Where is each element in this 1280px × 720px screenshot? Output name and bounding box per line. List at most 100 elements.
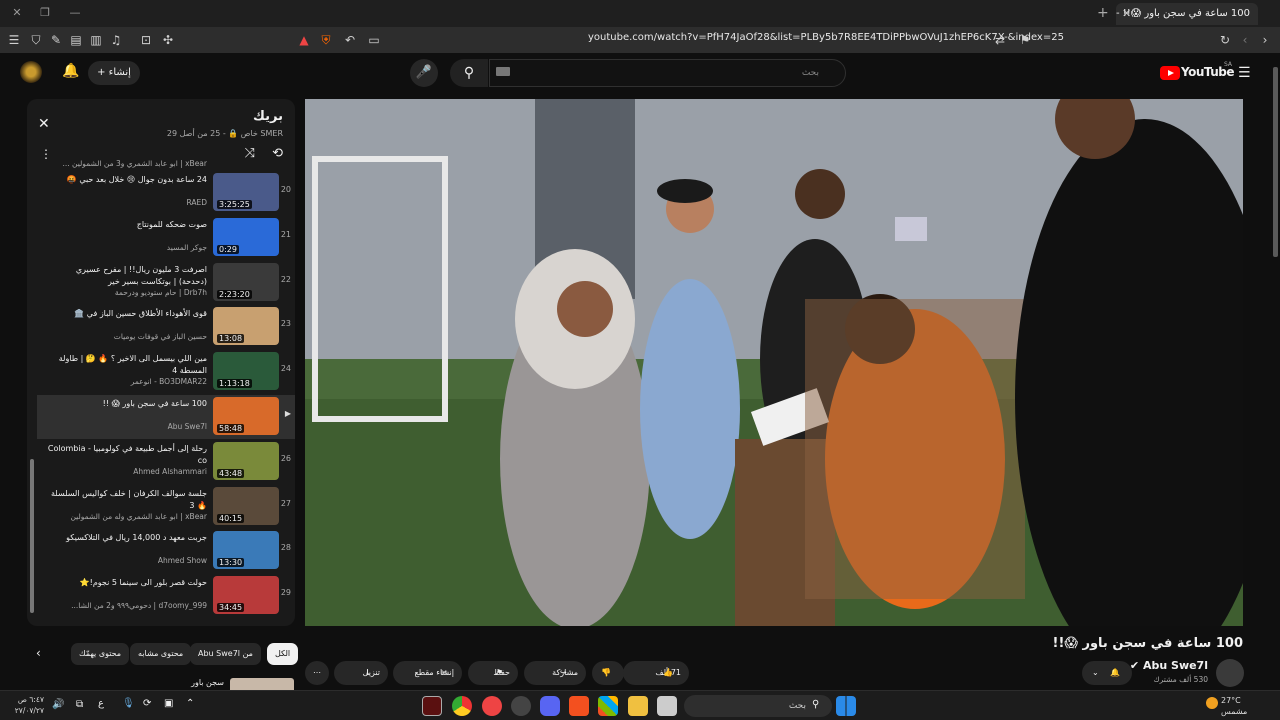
playlist-item[interactable]: 27 40:15 جلسة سوالف الكرفان | خلف كواليس ا… — [37, 485, 295, 529]
chip-all[interactable]: الكل — [267, 643, 299, 665]
taskbar-clock[interactable]: ٦:٤٧ ص ٢٧/٠٧/٢٧ — [8, 694, 44, 716]
close-window-icon[interactable]: ✕ — [10, 6, 24, 20]
menu-icon[interactable]: ☰ — [6, 32, 22, 48]
close-icon[interactable]: ✕ — [38, 116, 50, 132]
maximize-window-icon[interactable]: ❐ — [38, 6, 52, 20]
epic-games-icon[interactable] — [422, 696, 442, 716]
playlist-item[interactable]: 21 0:29 صوت ضحكه للمونتاج جوكر المسيد — [37, 216, 295, 260]
translate-icon[interactable]: ⇄ — [992, 32, 1008, 48]
minimize-window-icon[interactable]: — — [68, 6, 82, 20]
playlist-item[interactable]: 22 2:23:20 اصرفت 3 مليون ريال!! | مفرح عسي… — [37, 261, 295, 305]
browser-tab[interactable]: 100 ساعة في سجن باور 😱!! - ... — [1116, 3, 1258, 25]
sync-icon[interactable]: ⟳ — [143, 698, 151, 709]
reload-icon[interactable]: ↻ — [1217, 32, 1233, 48]
video-thumbnail[interactable]: 43:48 — [213, 441, 279, 480]
file-explorer-icon[interactable] — [628, 696, 648, 716]
video-thumbnail[interactable]: 13:30 — [213, 531, 279, 570]
back-icon[interactable]: › — [1257, 32, 1273, 48]
playlist-item-active[interactable]: ▶ 58:48 100 ساعة في سجن باور 😱 !! Abu Swe7l — [37, 395, 295, 439]
steam-icon[interactable] — [511, 696, 531, 716]
windows-start-icon[interactable] — [836, 696, 856, 716]
playlist-item[interactable]: 26 43:48 رحلة إلى أجمل طبيعة في كولومبيا -… — [37, 440, 295, 484]
create-button[interactable]: + إنشاء — [88, 61, 140, 85]
chevron-left-icon[interactable]: ‹ — [36, 646, 41, 660]
chip-related[interactable]: محتوى مشابه — [130, 643, 192, 665]
weather-widget[interactable]: 27°C مشمس — [1221, 695, 1247, 717]
video-thumbnail[interactable]: 2:23:20 — [213, 262, 279, 301]
playlist-item[interactable]: 24 1:13:18 مين اللي بيسمل الى الاخير ؟ 🔥 🤔… — [37, 350, 295, 394]
wifi-icon[interactable]: ⧉ — [76, 699, 83, 710]
dislike-button[interactable]: 👎 — [592, 661, 624, 685]
extension-icon[interactable]: ✎ — [48, 32, 64, 48]
taskbar-search-input[interactable]: بحث — [684, 695, 832, 717]
reader-icon[interactable]: ▭ — [366, 32, 382, 48]
video-player[interactable] — [305, 99, 1243, 626]
now-playing-icon: ▶ — [284, 409, 291, 418]
search-input[interactable]: بحث — [489, 59, 846, 87]
voice-search-icon[interactable]: 🎤 — [410, 59, 438, 87]
language-indicator[interactable]: ع — [98, 698, 104, 709]
chrome-icon[interactable] — [452, 696, 472, 716]
playlist-item[interactable]: xBear | ابو عابد الشمري و3 من الشمولين .… — [37, 157, 295, 171]
video-thumbnail[interactable]: 40:15 — [213, 486, 279, 525]
notifications-bell-icon[interactable]: 🔔 — [62, 63, 79, 79]
playlist-index: 28 — [280, 543, 291, 553]
tab-close-icon[interactable]: ✕ — [1122, 7, 1131, 20]
app-icon[interactable] — [482, 696, 502, 716]
camera-icon[interactable]: ▣ — [164, 698, 173, 709]
like-button[interactable]: 71 ألف 👍 — [623, 661, 689, 685]
video-thumbnail[interactable]: 0:29 — [213, 217, 279, 256]
video-thumbnail[interactable]: 3:25:25 — [213, 173, 279, 211]
playlist-title[interactable]: بريك — [253, 109, 283, 124]
video-thumbnail[interactable]: 34:45 — [213, 576, 279, 615]
bell-icon: 🔔 — [1110, 668, 1120, 677]
chevron-up-icon[interactable]: ⌃ — [186, 698, 194, 709]
youtube-logo[interactable]: YouTube SA — [1160, 61, 1235, 81]
new-tab-icon[interactable]: + — [1097, 5, 1109, 21]
screenshot-icon[interactable]: ⊡ — [138, 32, 154, 48]
channel-avatar[interactable] — [1216, 659, 1244, 687]
music-icon[interactable]: ♫ — [108, 32, 124, 48]
volume-icon[interactable]: 🔊 — [52, 699, 64, 710]
weather-condition: مشمس — [1221, 707, 1248, 716]
chip-for-you[interactable]: محتوى يهمّك — [71, 643, 130, 665]
share-button[interactable]: ↪ مشاركة — [524, 661, 586, 685]
playlist-item[interactable]: 28 13:30 جربت معهد د 14,000 ريال في التلاك… — [37, 529, 295, 573]
bookmark-icon[interactable]: ⚑ — [1017, 32, 1033, 48]
playlist-scrollbar[interactable] — [30, 167, 34, 623]
keyboard-icon[interactable] — [496, 67, 510, 76]
playlist-item[interactable]: 29 34:45 حولت قصر بلور الى سينما 5 نجوم!⭐ d… — [37, 574, 295, 618]
chip-from-channel[interactable]: من Abu Swe7l — [190, 643, 261, 665]
search-icon[interactable]: ⚲ — [450, 59, 488, 87]
shield-icon[interactable]: ⛉ — [28, 32, 44, 48]
forward-icon[interactable]: ‹ — [1237, 32, 1253, 48]
store-icon[interactable] — [598, 696, 618, 716]
next-video-preview[interactable]: سجن باور — [182, 676, 294, 690]
playlist-item-title: جربت معهد د 14,000 ريال في التلاكسيكو — [66, 533, 207, 543]
video-duration: 13:08 — [217, 334, 245, 344]
page-scrollbar[interactable] — [1270, 53, 1280, 691]
hamburger-menu-icon[interactable]: ☰ — [1238, 65, 1251, 81]
mic-icon[interactable]: 🎙 — [122, 698, 135, 709]
task-view-icon[interactable] — [657, 696, 677, 716]
video-thumbnail[interactable]: 13:08 — [213, 307, 279, 346]
discord-icon[interactable] — [540, 696, 560, 716]
more-actions-icon[interactable]: ⋯ — [305, 661, 329, 685]
warning-icon[interactable]: ▲ — [296, 32, 312, 48]
rewind-icon[interactable]: ↶ — [342, 32, 358, 48]
brave-icon[interactable] — [569, 696, 589, 716]
channel-name[interactable]: ✔ Abu Swe7l — [1130, 659, 1208, 672]
download-button[interactable]: ⤓ تنزيل — [334, 661, 388, 685]
subscribe-bell-button[interactable]: ⌄ 🔔 — [1082, 661, 1132, 685]
tabs-icon[interactable]: ▤ — [68, 32, 84, 48]
playlist-item[interactable]: 23 13:08 قوى الأهوداء الأطلاق حسين الباز ف… — [37, 305, 295, 349]
clip-button[interactable]: ✂ إنشاء مقطع — [393, 661, 462, 685]
video-thumbnail[interactable]: 58:48 — [213, 397, 279, 435]
sidebar-icon[interactable]: ▥ — [88, 32, 104, 48]
save-button[interactable]: ⚑ حفظ — [468, 661, 518, 685]
playlist-item[interactable]: 20 3:25:25 24 ساعة بدون جوال 😢 خلال بعد حب… — [37, 171, 295, 215]
brave-shield-icon[interactable]: ⛨ — [318, 32, 334, 48]
account-avatar[interactable] — [20, 61, 42, 83]
video-thumbnail[interactable]: 1:13:18 — [213, 352, 279, 391]
puzzle-icon[interactable]: ✣ — [160, 32, 176, 48]
